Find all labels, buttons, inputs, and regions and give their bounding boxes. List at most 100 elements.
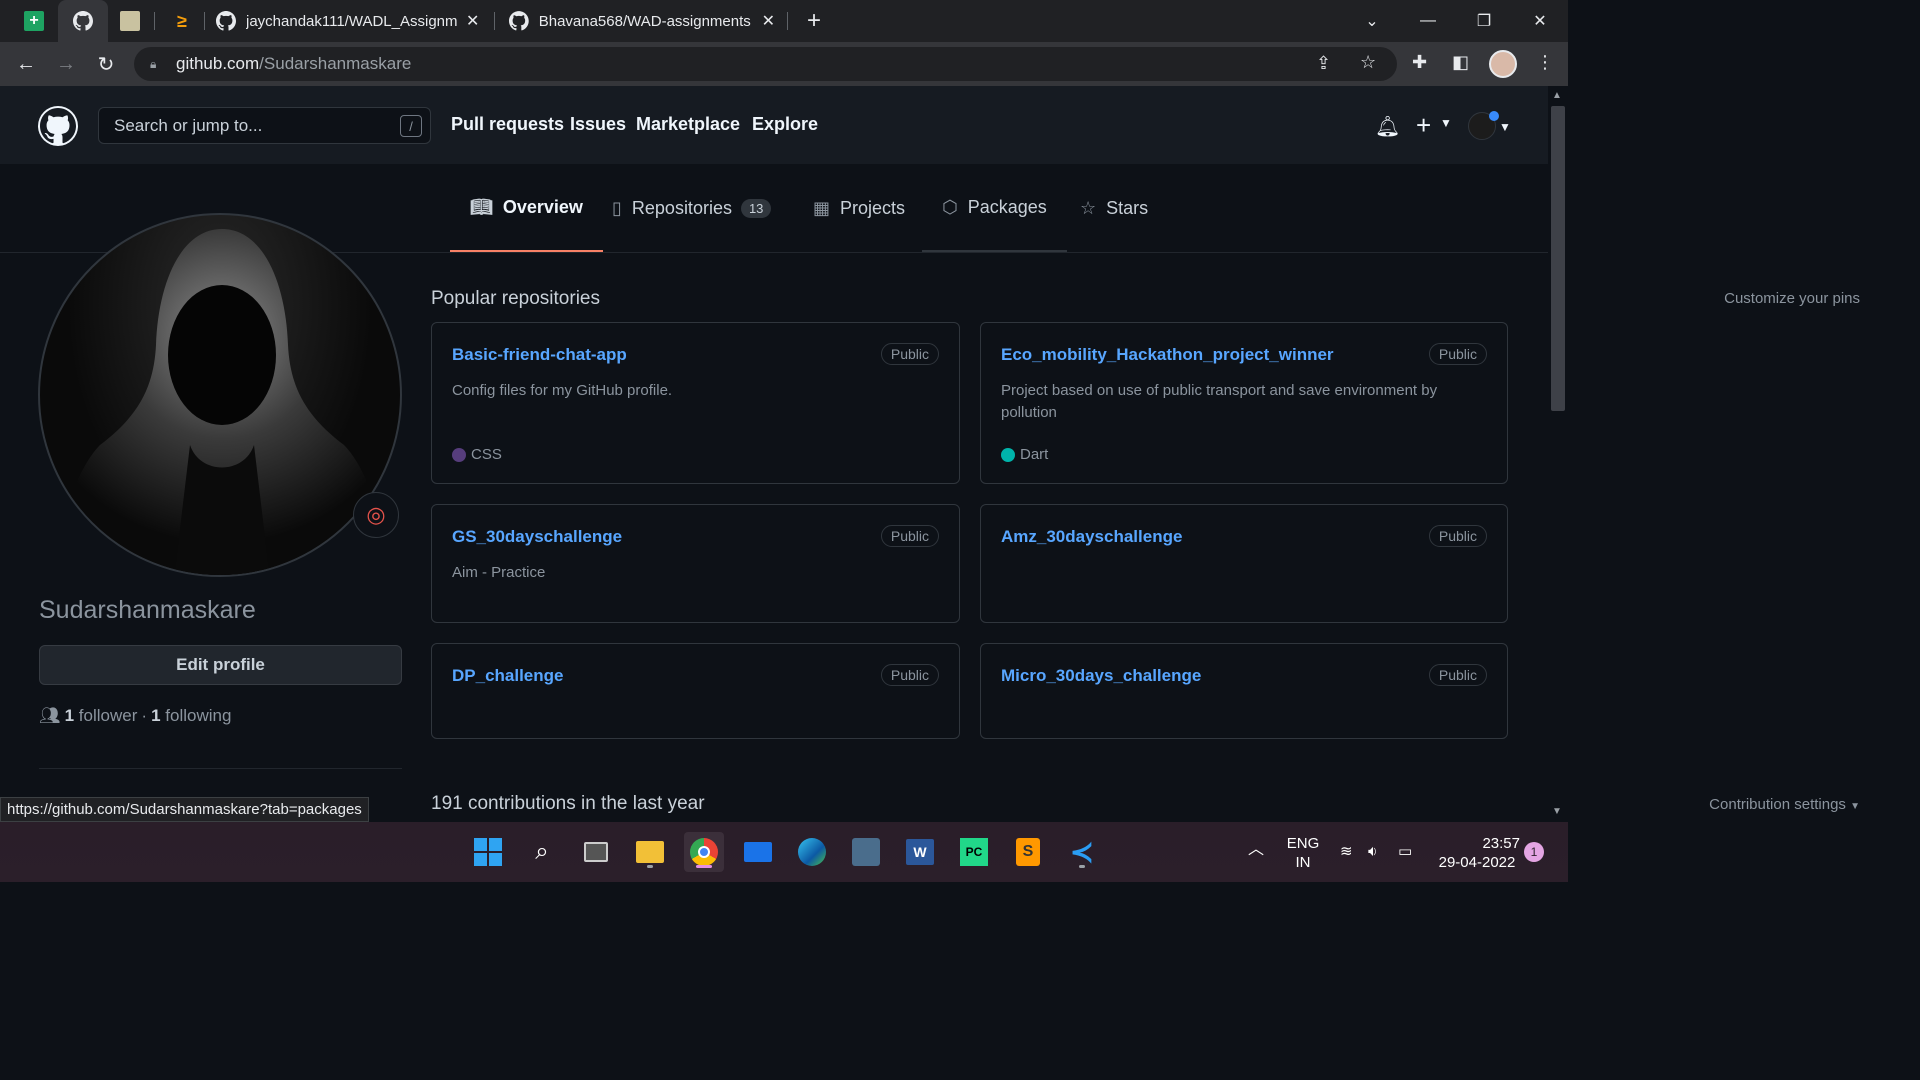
profile-pinned-tab[interactable] [114, 0, 146, 42]
search-input[interactable]: Search or jump to... / [98, 107, 431, 144]
close-window-button[interactable]: ✕ [1512, 0, 1568, 42]
tray-overflow-icon[interactable]: ︿ [1248, 840, 1264, 859]
start-button[interactable] [468, 832, 508, 872]
tab-projects[interactable]: ▦ Projects [793, 164, 925, 252]
star-bookmark-icon[interactable]: ☆ [1360, 52, 1376, 73]
mail-button[interactable] [738, 832, 778, 872]
nav-issues[interactable]: Issues [570, 114, 626, 135]
word-button[interactable]: W [900, 832, 940, 872]
tab-search-button[interactable]: ⌄ [1344, 0, 1400, 42]
address-bar[interactable]: 🔒︎ github.com/Sudarshanmaskare ⇪ ☆ [134, 47, 1397, 81]
task-view-icon [584, 842, 608, 862]
sublime-icon: S [1016, 838, 1040, 866]
nav-marketplace[interactable]: Marketplace [636, 114, 740, 135]
chrome-icon [690, 838, 718, 866]
tab-jaychandak[interactable]: jaychandak111/WADL_Assignments ✕ [204, 0, 494, 42]
github-logo-icon[interactable] [38, 106, 78, 146]
github-pinned-tab-active[interactable] [58, 0, 108, 42]
restore-button[interactable]: ❐ [1456, 0, 1512, 42]
tab-overview[interactable]: 📖︎ Overview [450, 164, 603, 252]
nav-explore[interactable]: Explore [752, 114, 818, 135]
close-icon[interactable]: ✕ [762, 11, 775, 31]
sublime-taskbar-button[interactable]: S [1008, 832, 1048, 872]
customize-pins-link[interactable]: Customize your pins [1724, 290, 1860, 307]
profile-avatar[interactable] [38, 213, 402, 577]
mail-icon [744, 842, 772, 862]
divider [39, 768, 402, 769]
search-shortcut-key: / [400, 115, 422, 137]
arrow-right-icon: → [56, 52, 76, 75]
mysql-workbench-button[interactable] [846, 832, 886, 872]
visibility-badge: Public [1428, 664, 1487, 686]
status-button[interactable]: ◎ [353, 492, 399, 538]
following-link[interactable]: 1 following [151, 706, 231, 726]
sublime-pinned-tab[interactable]: ≥ [166, 0, 198, 42]
wifi-icon[interactable]: ≋ [1340, 842, 1353, 861]
new-tab-button[interactable]: + [788, 0, 840, 42]
reload-icon: ↻ [97, 53, 115, 76]
repo-card: GS_30dayschallenge Public Aim - Practice [431, 504, 960, 623]
repo-link[interactable]: Basic-friend-chat-app [452, 345, 627, 365]
sheets-pinned-tab[interactable]: + [18, 0, 50, 42]
scroll-up-icon[interactable]: ▲ [1552, 90, 1562, 101]
pycharm-button[interactable]: PC [954, 832, 994, 872]
followers-link[interactable]: 1 follower [65, 706, 138, 726]
scroll-thumb[interactable] [1551, 106, 1565, 411]
repo-link[interactable]: Eco_mobility_Hackathon_project_winner [1001, 345, 1334, 365]
caret-down-icon[interactable]: ▼ [1440, 116, 1452, 130]
scroll-down-icon[interactable]: ▼ [1552, 806, 1562, 817]
tab-bhavana[interactable]: Bhavana568/WAD-assignments ✕ [497, 0, 787, 42]
edit-profile-button[interactable]: Edit profile [39, 645, 402, 685]
language-name: Dart [1020, 446, 1049, 463]
visibility-badge: Public [880, 664, 939, 686]
follow-separator: · [141, 706, 148, 725]
tab-repositories[interactable]: ▯ Repositories 13 [592, 164, 791, 252]
battery-icon[interactable]: ▭ [1398, 842, 1412, 861]
github-icon [509, 11, 529, 31]
caret-down-icon[interactable]: ▼ [1499, 120, 1511, 134]
file-explorer-button[interactable] [630, 832, 670, 872]
vscode-button[interactable]: ≺ [1062, 832, 1102, 872]
side-panel-icon[interactable]: ◧ [1452, 52, 1469, 73]
forward-button[interactable]: → [52, 50, 80, 78]
edge-button[interactable] [792, 832, 832, 872]
search-taskbar-button[interactable]: ⌕ [522, 832, 562, 872]
task-view-button[interactable] [576, 832, 616, 872]
nav-pull-requests[interactable]: Pull requests [451, 114, 564, 135]
language-indicator[interactable]: ENG IN [1284, 834, 1322, 872]
repo-card: Basic-friend-chat-app Public Config file… [431, 322, 960, 484]
page-scrollbar[interactable]: ▲ ▼ [1548, 86, 1568, 822]
clock[interactable]: 23:57 29-04-2022 [1430, 834, 1524, 872]
table-icon: ▦ [813, 197, 831, 218]
hooded-figure-image [50, 229, 394, 575]
close-icon: ✕ [1533, 13, 1547, 30]
reload-button[interactable]: ↻ [92, 50, 120, 78]
notification-badge[interactable]: 1 [1524, 842, 1544, 862]
tab-stars[interactable]: ☆ Stars [1060, 164, 1168, 252]
repo-link[interactable]: Micro_30days_challenge [1001, 666, 1201, 686]
extensions-icon[interactable]: ✚ [1412, 52, 1427, 73]
windows-taskbar: ⌕ W PC S ≺ ︿ ENG IN ≋ 🔉︎ ▭ 23:57 29-04-2… [0, 822, 1568, 882]
bell-icon[interactable]: 🔔︎ [1375, 114, 1400, 139]
repo-card: Amz_30dayschallenge Public [980, 504, 1508, 623]
volume-icon[interactable]: 🔉︎ [1368, 842, 1377, 861]
repo-link[interactable]: DP_challenge [452, 666, 564, 686]
chrome-taskbar-button[interactable] [684, 832, 724, 872]
repo-language: CSS [452, 446, 502, 463]
tab-title: jaychandak111/WADL_Assignments [246, 12, 458, 30]
repo-link[interactable]: Amz_30dayschallenge [1001, 527, 1182, 547]
contribution-settings-dropdown[interactable]: Contribution settings ▼ [1709, 796, 1860, 813]
tab-packages[interactable]: ⬡ Packages [922, 164, 1067, 252]
close-icon[interactable]: ✕ [466, 11, 479, 31]
repo-link[interactable]: GS_30dayschallenge [452, 527, 622, 547]
back-button[interactable]: ← [12, 50, 40, 78]
chrome-profile-avatar[interactable] [1489, 50, 1517, 78]
share-icon[interactable]: ⇪ [1316, 53, 1331, 74]
following-count: 1 [151, 706, 161, 725]
more-menu-icon[interactable]: ⋮ [1536, 52, 1554, 73]
package-icon: ⬡ [942, 196, 958, 217]
repo-card: Eco_mobility_Hackathon_project_winner Pu… [980, 322, 1508, 484]
minimize-button[interactable]: — [1400, 0, 1456, 42]
url-path: /Sudarshanmaskare [259, 54, 412, 73]
plus-icon[interactable]: + [1416, 110, 1431, 141]
